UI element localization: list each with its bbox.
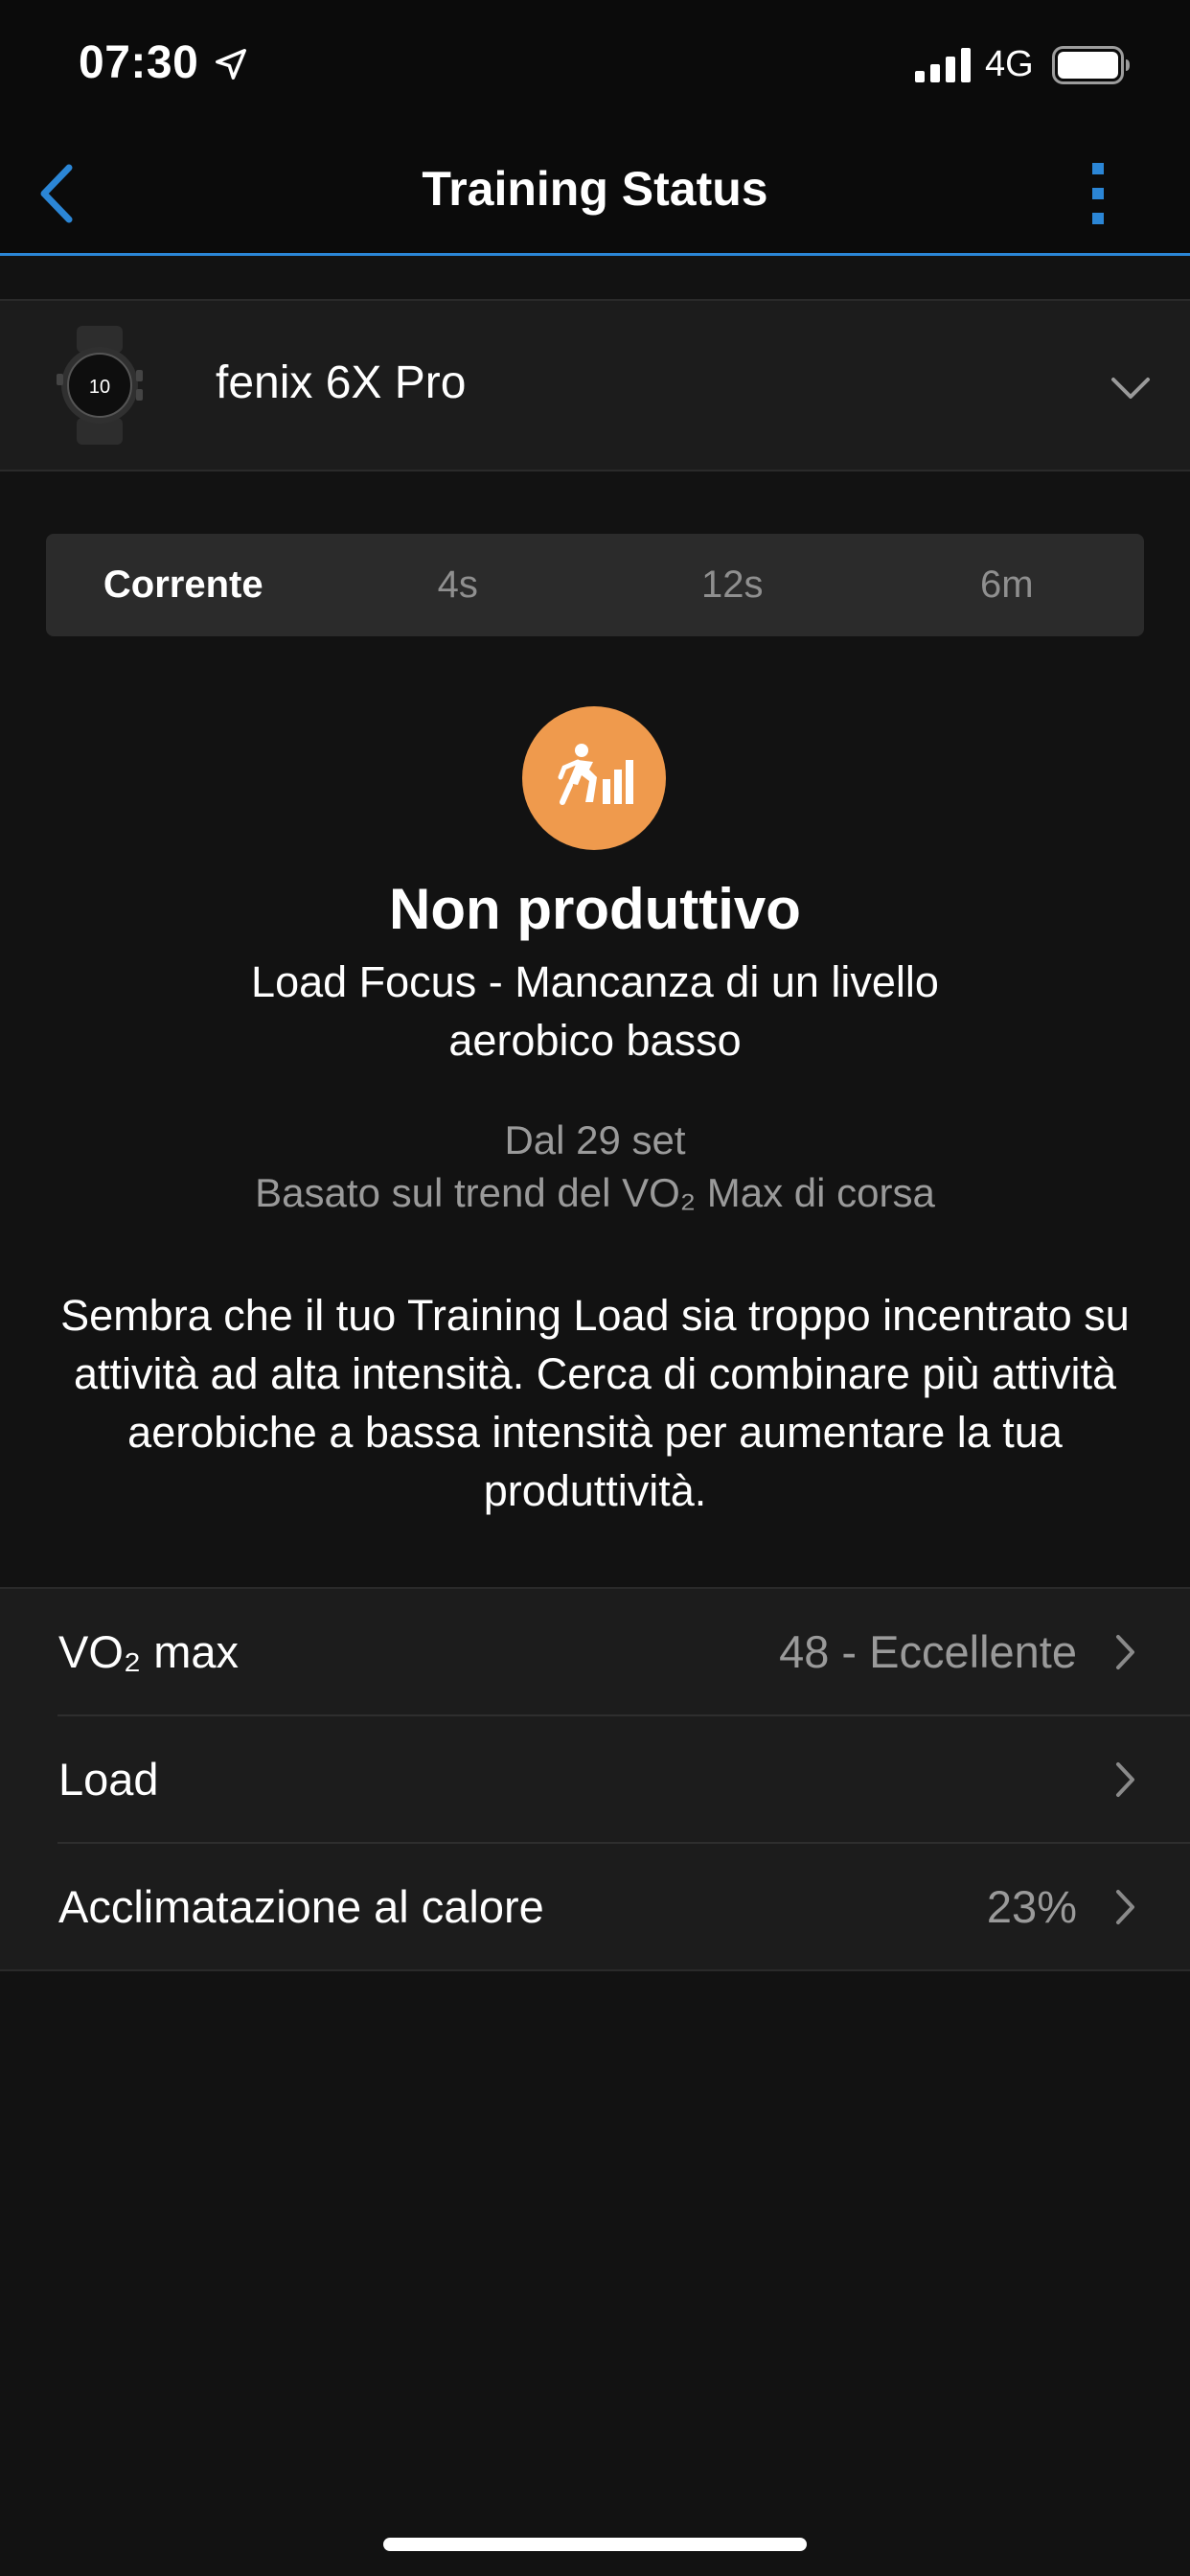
status-basis: Basato sul trend del VO₂ Max di corsa (255, 1170, 935, 1215)
status-meta: Dal 29 set Basato sul trend del VO₂ Max … (0, 1114, 1190, 1219)
status-description: Sembra che il tuo Training Load sia trop… (60, 1291, 1130, 1515)
list-item-value: 23% (986, 1881, 1077, 1932)
status-bar: 07:30 4G (0, 0, 1190, 134)
chevron-down-icon (1111, 378, 1150, 399)
training-status-badge (522, 706, 666, 850)
watch-face-text: 10 (89, 377, 110, 398)
list-item-heat-acclimation[interactable]: Acclimatazione al calore 23% (57, 1844, 1190, 1969)
battery-icon (1052, 46, 1130, 84)
status-time: 07:30 (79, 37, 199, 88)
network-type-label: 4G (985, 44, 1034, 84)
tab-4s[interactable]: 4s (321, 534, 596, 636)
list-item-vo2max[interactable]: VO₂ max 48 - Eccellente (57, 1589, 1190, 1716)
home-indicator[interactable] (383, 2538, 807, 2551)
status-subtitle: Load Focus - Mancanza di un livello aero… (251, 957, 939, 1065)
runner-bars-icon (558, 744, 633, 805)
chevron-right-icon (1116, 1635, 1134, 1669)
list-item-load[interactable]: Load (57, 1716, 1190, 1844)
tab-6m[interactable]: 6m (870, 534, 1145, 636)
location-arrow-icon (216, 49, 246, 80)
more-options-button[interactable] (1079, 157, 1117, 230)
list-item-label: Acclimatazione al calore (58, 1881, 544, 1932)
tab-12s[interactable]: 12s (595, 534, 870, 636)
device-selector[interactable]: 10 fenix 6X Pro (0, 299, 1190, 472)
device-name: fenix 6X Pro (216, 357, 467, 408)
chevron-right-icon (1116, 1762, 1134, 1797)
metrics-list: VO₂ max 48 - Eccellente Load Acclimatazi… (0, 1587, 1190, 1971)
period-segmented-control: Corrente 4s 12s 6m (46, 534, 1144, 636)
chevron-right-icon (1116, 1890, 1134, 1924)
page-title: Training Status (422, 162, 768, 216)
list-item-label: VO₂ max (58, 1626, 239, 1677)
tab-corrente[interactable]: Corrente (46, 534, 321, 636)
status-since: Dal 29 set (504, 1117, 686, 1162)
list-item-value: 48 - Eccellente (779, 1626, 1077, 1677)
cellular-signal-icon (915, 48, 971, 82)
list-item-label: Load (58, 1754, 159, 1805)
training-status-screen: 07:30 4G Training Status 10 fenix 6X Pro… (0, 0, 1190, 2576)
status-title: Non produttivo (389, 877, 801, 941)
navigation-bar: Training Status (0, 134, 1190, 256)
watch-image: 10 (57, 326, 143, 445)
